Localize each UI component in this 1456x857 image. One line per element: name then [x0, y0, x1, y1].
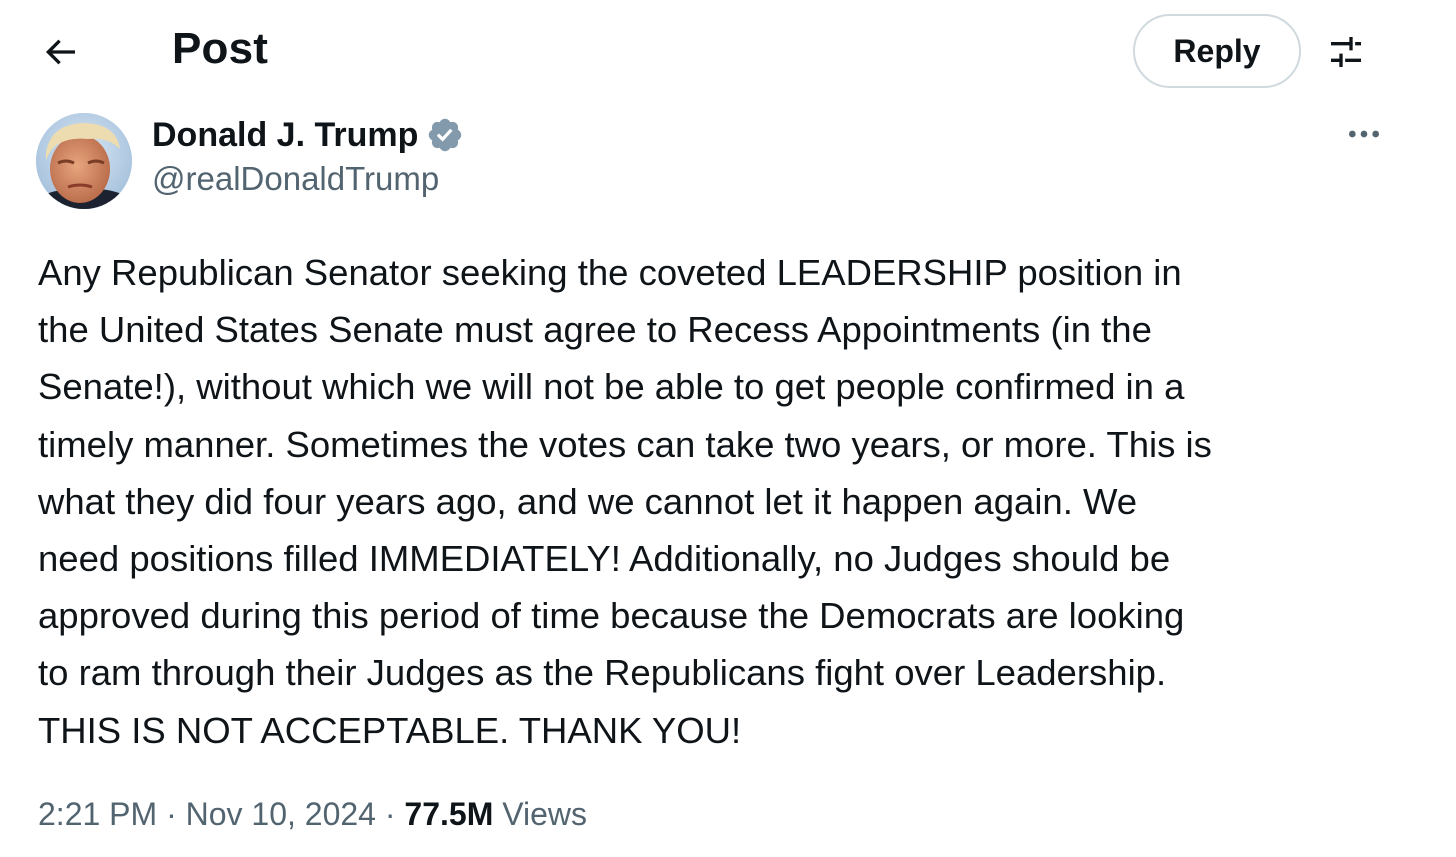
avatar[interactable] [36, 113, 132, 209]
post-date[interactable]: Nov 10, 2024 [186, 796, 376, 832]
views-label: Views [493, 796, 588, 832]
post-text: Any Republican Senator seeking the covet… [38, 244, 1438, 759]
post-line: timely manner. Sometimes the votes can t… [38, 423, 1212, 465]
meta-separator: · [157, 796, 186, 832]
post-line: Senate!), without which we will not be a… [38, 366, 1185, 408]
page-title: Post [172, 24, 269, 73]
verified-badge-icon[interactable] [426, 116, 464, 154]
more-options-button[interactable] [1340, 116, 1388, 152]
reply-button[interactable]: Reply [1133, 14, 1301, 88]
settings-button[interactable] [1320, 30, 1372, 74]
post-line: to ram through their Judges as the Repub… [38, 652, 1167, 694]
more-horizontal-icon [1349, 130, 1379, 138]
sliders-icon [1331, 37, 1361, 67]
post-line: approved during this period of time beca… [38, 595, 1185, 637]
profile-photo [36, 113, 132, 209]
top-bar: Post Reply [0, 0, 1456, 104]
post-line: THIS IS NOT ACCEPTABLE. THANK YOU! [38, 709, 742, 751]
back-button[interactable] [36, 30, 84, 74]
author-name[interactable]: Donald J. Trump [152, 116, 418, 155]
post-meta: 2:21 PM · Nov 10, 2024 · 77.5M Views [38, 796, 587, 833]
author-block: Donald J. Trump @realDonaldTrump [152, 112, 464, 198]
post-line: Any Republican Senator seeking the covet… [38, 252, 1182, 293]
post-time[interactable]: 2:21 PM [38, 796, 157, 832]
post-line: the United States Senate must agree to R… [38, 309, 1152, 351]
arrow-left-icon [45, 39, 75, 65]
post-line: what they did four years ago, and we can… [38, 480, 1138, 522]
author-handle[interactable]: @realDonaldTrump [152, 160, 464, 198]
post-line: need positions filled IMMEDIATELY! Addit… [38, 538, 1171, 580]
author-name-row: Donald J. Trump [152, 112, 464, 158]
views-count: 77.5M [404, 796, 494, 832]
meta-separator: · [375, 796, 405, 832]
